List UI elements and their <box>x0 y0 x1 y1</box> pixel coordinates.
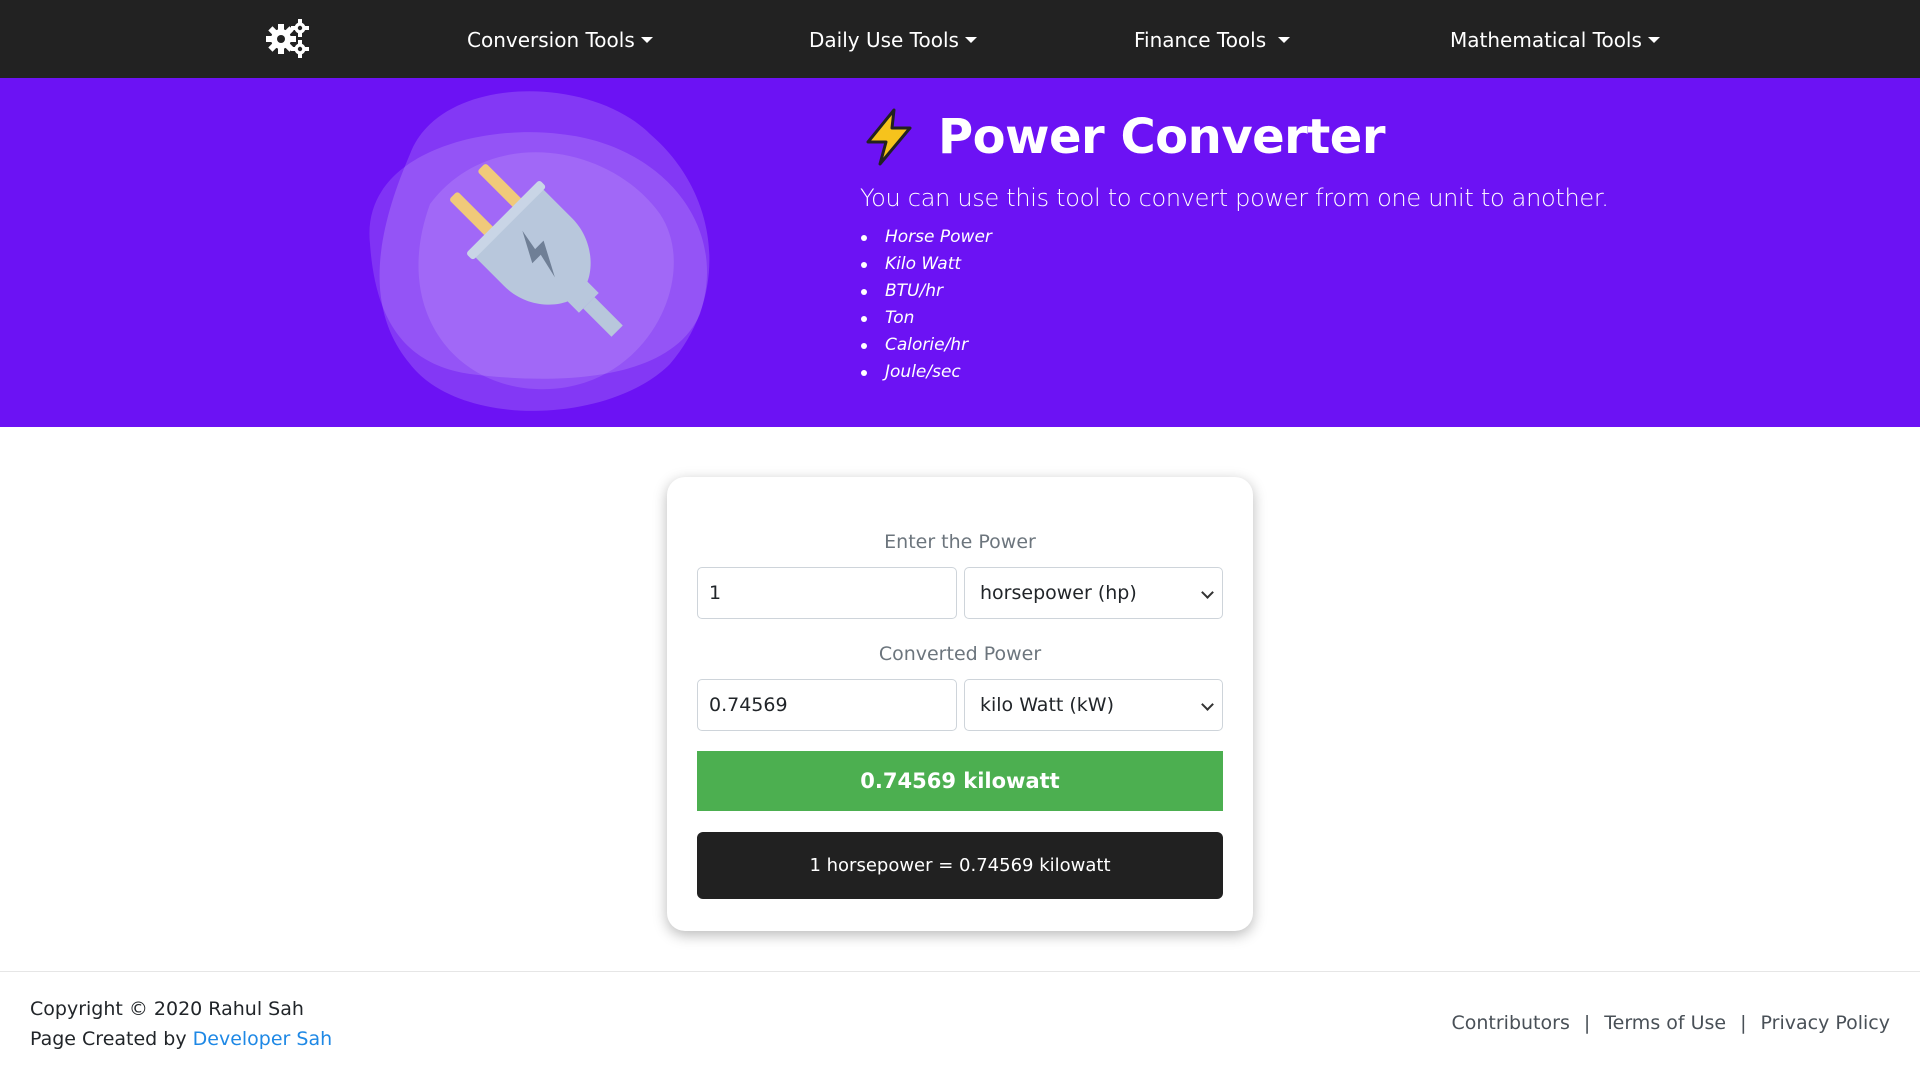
caret-down-icon <box>1647 37 1660 43</box>
caret-down-icon <box>964 37 977 43</box>
to-unit-value: kilo Watt (kW) <box>980 694 1114 716</box>
hero-subtitle: You can use this tool to convert power f… <box>860 184 1609 212</box>
nav-finance-tools[interactable]: Finance Tools <box>1134 26 1291 54</box>
list-item: Calorie/hr <box>860 332 992 359</box>
title-text: Power Converter <box>938 109 1386 165</box>
contributors-link[interactable]: Contributors <box>1451 1012 1569 1034</box>
nav-daily-use-tools[interactable]: Daily Use Tools <box>809 26 977 54</box>
input-label: Enter the Power <box>884 531 1036 553</box>
result-display: 0.74569 kilowatt <box>697 751 1223 811</box>
copyright-text: Copyright © 2020 Rahul Sah <box>30 998 304 1020</box>
plug-icon <box>350 84 740 424</box>
chevron-down-icon <box>1201 586 1214 599</box>
created-by: Page Created by Developer Sah <box>30 1024 332 1054</box>
footer-divider <box>0 971 1920 972</box>
nav-item-label: Conversion Tools <box>467 28 635 52</box>
caret-down-icon <box>1278 37 1291 43</box>
nav-item-label: Daily Use Tools <box>809 28 959 52</box>
from-unit-select[interactable]: horsepower (hp) <box>964 567 1223 619</box>
nav-conversion-tools[interactable]: Conversion Tools <box>467 26 653 54</box>
power-input[interactable]: 1 <box>697 567 957 619</box>
nav-mathematical-tools[interactable]: Mathematical Tools <box>1450 26 1660 54</box>
from-unit-value: horsepower (hp) <box>980 582 1137 604</box>
terms-of-use-link[interactable]: Terms of Use <box>1604 1012 1726 1034</box>
separator: | <box>1740 1012 1747 1034</box>
output-label: Converted Power <box>878 643 1042 665</box>
hero-banner: Power Converter You can use this tool to… <box>0 78 1920 427</box>
list-item: Kilo Watt <box>860 251 992 278</box>
footer-copyright-block: Copyright © 2020 Rahul Sah Page Created … <box>30 994 332 1054</box>
list-item: Joule/sec <box>860 359 992 386</box>
converted-output[interactable]: 0.74569 <box>697 679 957 731</box>
list-item: Ton <box>860 305 992 332</box>
to-unit-select[interactable]: kilo Watt (kW) <box>964 679 1223 731</box>
conversion-summary: 1 horsepower = 0.74569 kilowatt <box>697 832 1223 899</box>
gears-icon[interactable] <box>266 18 310 58</box>
page-title: Power Converter <box>860 102 1386 172</box>
unit-list: Horse Power Kilo Watt BTU/hr Ton Calorie… <box>860 224 992 386</box>
caret-down-icon <box>640 37 653 43</box>
privacy-policy-link[interactable]: Privacy Policy <box>1761 1012 1890 1034</box>
developer-link[interactable]: Developer Sah <box>193 1028 333 1050</box>
footer-links: Contributors | Terms of Use | Privacy Policy <box>1451 1008 1890 1038</box>
chevron-down-icon <box>1201 698 1214 711</box>
created-by-prefix: Page Created by <box>30 1028 187 1050</box>
nav-item-label: Finance Tools <box>1134 28 1267 52</box>
top-navbar: Conversion Tools Daily Use Tools Finance… <box>0 0 1920 78</box>
list-item: BTU/hr <box>860 278 992 305</box>
lightning-bolt-icon <box>866 108 912 166</box>
converter-card: Enter the Power 1 horsepower (hp) Conver… <box>667 477 1253 931</box>
nav-item-label: Mathematical Tools <box>1450 28 1642 52</box>
separator: | <box>1583 1012 1591 1034</box>
list-item: Horse Power <box>860 224 992 251</box>
